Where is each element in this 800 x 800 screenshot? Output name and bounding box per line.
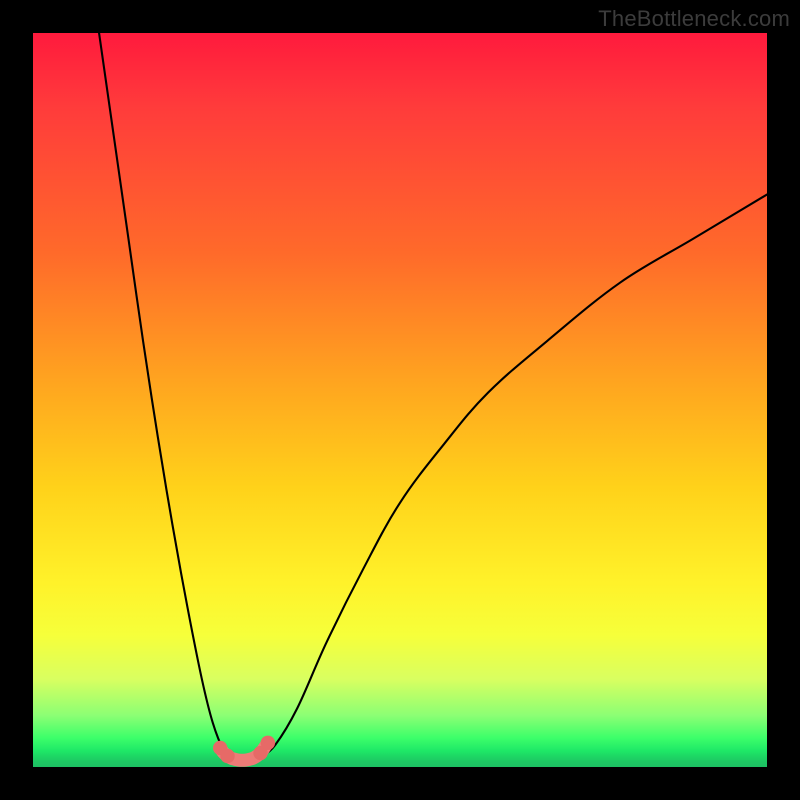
chart-frame: TheBottleneck.com <box>0 0 800 800</box>
left-descending-curve <box>99 33 231 757</box>
right-ascending-curve <box>261 194 767 757</box>
curve-layer <box>33 33 767 767</box>
plot-area <box>33 33 767 767</box>
valley-dot <box>261 736 275 750</box>
valley-dot <box>220 749 234 763</box>
watermark-text: TheBottleneck.com <box>598 6 790 32</box>
